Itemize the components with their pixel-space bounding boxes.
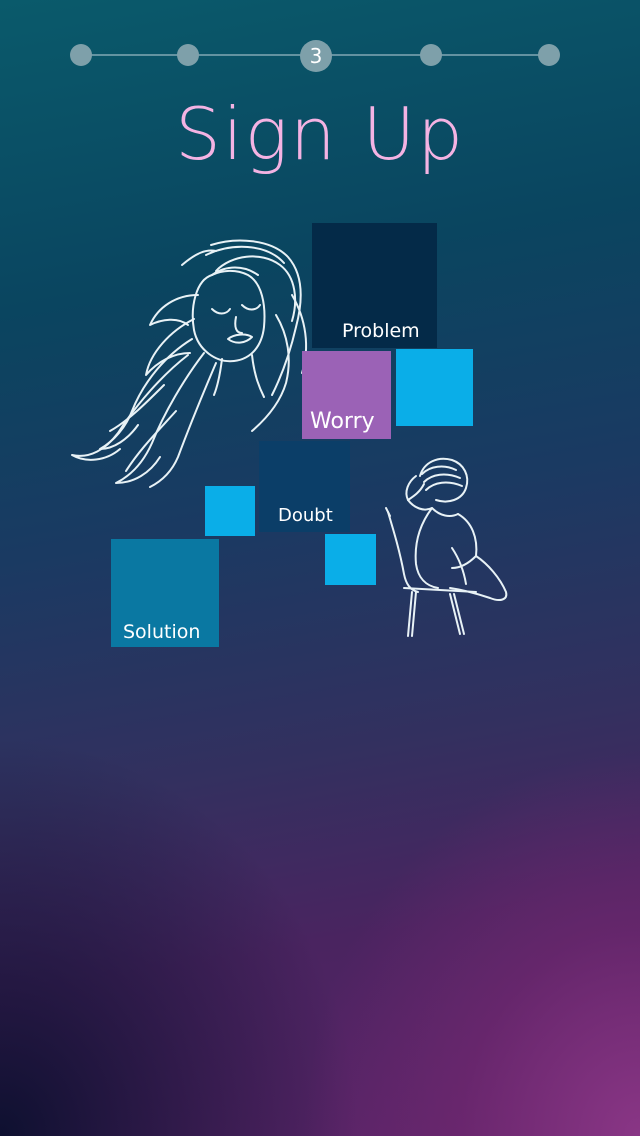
doubt-tile: Doubt xyxy=(259,441,350,532)
person-in-chair-drawing-icon xyxy=(385,457,508,637)
worry-tile: Worry xyxy=(302,351,391,439)
problem-tile: Problem xyxy=(312,223,437,348)
doubt-label: Doubt xyxy=(278,505,333,526)
solution-tile: Solution xyxy=(111,539,219,647)
accent-tile-large xyxy=(396,349,473,426)
accent-tile-small xyxy=(325,534,376,585)
problem-label: Problem xyxy=(342,320,420,342)
solution-label: Solution xyxy=(123,621,201,643)
accent-tile-left xyxy=(205,486,255,536)
signup-illustration: Problem Worry Doubt Solution xyxy=(0,0,640,700)
worry-label: Worry xyxy=(310,409,375,434)
